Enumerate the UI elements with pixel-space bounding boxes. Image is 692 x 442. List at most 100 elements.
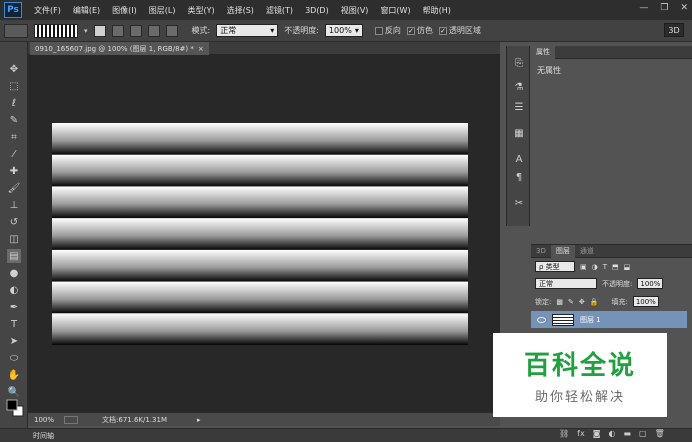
quick-select-tool-icon[interactable]: ✎ [7, 113, 21, 127]
reverse-checkbox[interactable]: 反向 [374, 25, 401, 36]
pen-tool-icon[interactable]: ✒ [7, 300, 21, 314]
chevron-down-icon[interactable]: ▾ [84, 27, 88, 35]
tab-channels[interactable]: 通道 [575, 245, 599, 258]
triangle-right-icon[interactable]: ▸ [197, 416, 201, 424]
close-icon[interactable]: × [198, 45, 204, 53]
dither-checkbox[interactable]: ✓ 仿色 [406, 25, 433, 36]
tab-3d[interactable]: 3D [531, 245, 551, 258]
menu-type[interactable]: 类型(Y) [181, 5, 220, 16]
close-icon[interactable]: ✕ [680, 3, 688, 13]
menu-file[interactable]: 文件(F) [28, 5, 67, 16]
brush-tool-icon[interactable]: 🖌 [7, 181, 21, 195]
menu-image[interactable]: 图像(I) [106, 5, 143, 16]
tool-preset-picker[interactable] [4, 23, 28, 38]
fill-label: 填充: [611, 297, 628, 306]
crop-tool-icon[interactable]: ⌗ [7, 130, 21, 144]
tab-properties[interactable]: 属性 [531, 45, 555, 59]
document-tab[interactable]: 0910_165607.jpg @ 100% (图层 1, RGB/8#) * … [30, 42, 209, 55]
dodge-tool-icon[interactable]: ◐ [7, 283, 21, 297]
marquee-tool-icon[interactable]: ⬚ [7, 79, 21, 93]
layer-row[interactable]: 图层 1 [531, 311, 687, 328]
layer-filter-select[interactable]: ρ 类型 [535, 261, 575, 272]
menu-filter[interactable]: 滤镜(T) [260, 5, 299, 16]
minimize-icon[interactable]: — [639, 3, 648, 13]
healing-brush-tool-icon[interactable]: ✚ [7, 164, 21, 178]
checkmark-icon[interactable]: ✓ [438, 26, 447, 35]
adjustment-layer-icon[interactable]: ◐ [608, 429, 615, 438]
smart-filter-icon[interactable]: ⬓ [624, 263, 631, 271]
link-icon[interactable]: ⛓ [559, 429, 569, 438]
menu-view[interactable]: 视图(V) [335, 5, 375, 16]
zoom-tool-icon[interactable]: 🔍 [7, 385, 21, 399]
document-image[interactable] [52, 123, 468, 345]
menu-help[interactable]: 帮助(H) [417, 5, 457, 16]
mask-icon[interactable]: ◙ [593, 429, 601, 438]
menu-3d[interactable]: 3D(D) [299, 6, 335, 15]
checkmark-icon[interactable]: ✓ [406, 26, 415, 35]
paragraph-panel-icon[interactable]: ¶ [512, 170, 526, 184]
history-brush-tool-icon[interactable]: ↺ [7, 215, 21, 229]
opacity-input[interactable]: 100% ▾ [324, 24, 363, 37]
gradient-stripe [52, 123, 468, 156]
mode-value: 正常 [220, 26, 237, 35]
3d-mode-button[interactable]: 3D [664, 23, 684, 37]
angle-gradient-button[interactable] [129, 24, 142, 37]
fx-icon[interactable]: fx [577, 429, 585, 438]
hand-tool-icon[interactable]: ✋ [7, 368, 21, 382]
checkbox-box[interactable] [374, 26, 383, 35]
gradient-tool-icon[interactable]: ▤ [7, 249, 21, 263]
type-tool-icon[interactable]: T [7, 317, 21, 331]
layer-opacity-value: 100% [640, 279, 661, 288]
layer-name[interactable]: 图层 1 [580, 315, 601, 325]
image-filter-icon[interactable]: ▣ [580, 263, 587, 271]
fill-input[interactable]: 100% [632, 296, 659, 307]
eye-icon[interactable] [537, 316, 546, 323]
color-swatches[interactable] [5, 398, 25, 418]
character-panel-icon[interactable]: A [512, 152, 526, 166]
tools-panel-icon[interactable]: ✂ [512, 196, 526, 210]
trash-icon[interactable]: 🗑 [655, 429, 665, 438]
menu-select[interactable]: 选择(S) [221, 5, 260, 16]
move-tool-icon[interactable]: ✥ [7, 62, 21, 76]
clone-stamp-tool-icon[interactable]: ⊥ [7, 198, 21, 212]
layer-comps-icon[interactable]: ▦ [512, 126, 526, 140]
menu-edit[interactable]: 编辑(E) [67, 5, 106, 16]
linear-gradient-button[interactable] [93, 24, 106, 37]
maximize-icon[interactable]: ❐ [660, 3, 668, 13]
lasso-tool-icon[interactable]: ℓ [7, 96, 21, 110]
tab-layers[interactable]: 图层 [550, 244, 575, 258]
layer-opacity-input[interactable]: 100% [637, 278, 664, 289]
lock-paint-icon[interactable]: ✎ [568, 298, 574, 306]
shape-tool-icon[interactable]: ⬭ [7, 351, 21, 365]
transparency-checkbox[interactable]: ✓ 透明区域 [438, 25, 481, 36]
lock-position-icon[interactable]: ✥ [579, 298, 585, 306]
shape-filter-icon[interactable]: ⬒ [612, 263, 619, 271]
type-filter-icon[interactable]: T [603, 263, 607, 271]
gradient-picker[interactable] [34, 23, 78, 38]
history-panel-icon[interactable]: ⎘ [512, 56, 526, 70]
menu-layer[interactable]: 图层(L) [143, 5, 182, 16]
path-select-tool-icon[interactable]: ➤ [7, 334, 21, 348]
mode-label: 模式: [191, 26, 211, 35]
timeline-tab[interactable]: 时间轴 [33, 431, 54, 441]
reflected-gradient-button[interactable] [147, 24, 160, 37]
canvas-area[interactable] [28, 55, 500, 412]
adjustment-filter-icon[interactable]: ◑ [592, 263, 598, 271]
dither-label: 仿色 [416, 26, 433, 35]
new-layer-icon[interactable]: ▢ [639, 429, 647, 438]
lock-pixels-icon[interactable]: ▩ [556, 298, 563, 306]
eyedropper-tool-icon[interactable]: ⁄ [7, 147, 21, 161]
menu-window[interactable]: 窗口(W) [374, 5, 416, 16]
watermark-logo: 百科全说 助你轻松解决 [493, 333, 667, 417]
blend-mode-select[interactable]: 正常 [535, 278, 597, 289]
eraser-tool-icon[interactable]: ◫ [7, 232, 21, 246]
zoom-level[interactable]: 100% [34, 416, 54, 424]
mode-select[interactable]: 正常 ▾ [216, 24, 279, 37]
sliders-panel-icon[interactable]: ☰ [512, 100, 526, 114]
adjustments-panel-icon[interactable]: ⚗ [512, 80, 526, 94]
radial-gradient-button[interactable] [111, 24, 124, 37]
diamond-gradient-button[interactable] [165, 24, 178, 37]
blur-tool-icon[interactable]: ● [7, 266, 21, 280]
lock-all-icon[interactable]: 🔒 [590, 298, 599, 306]
folder-icon[interactable]: ▬ [623, 429, 631, 438]
